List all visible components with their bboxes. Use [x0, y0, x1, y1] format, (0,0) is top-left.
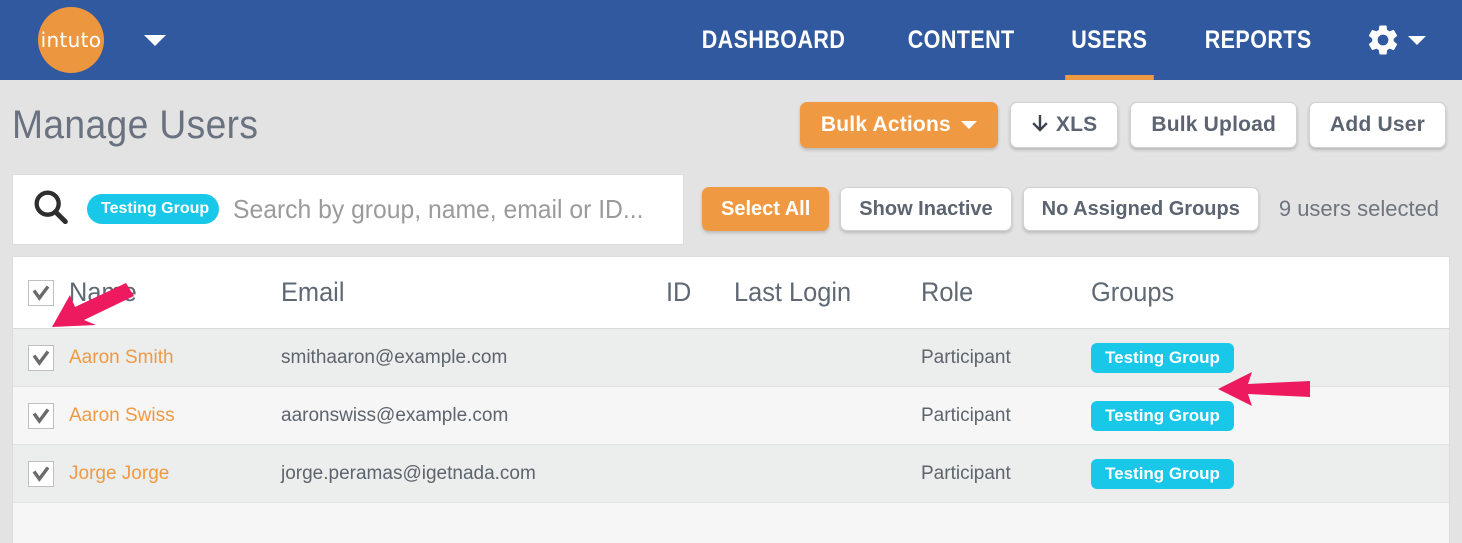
cell-name[interactable]: Jorge Jorge — [69, 463, 281, 485]
cell-role: Participant — [921, 346, 1011, 368]
column-header-name[interactable]: Name — [69, 277, 268, 308]
table-header-row: Name Email ID Last Login Role Groups — [13, 257, 1449, 329]
search-icon — [31, 187, 71, 232]
filter-buttons: Select All Show Inactive No Assigned Gro… — [702, 187, 1259, 231]
users-table: Name Email ID Last Login Role Groups Aar… — [12, 256, 1450, 543]
search-input[interactable]: Search by group, name, email or ID... — [233, 194, 643, 225]
checkmark-icon — [32, 284, 50, 301]
group-chip[interactable]: Testing Group — [1091, 342, 1234, 373]
select-all-label: Select All — [721, 197, 811, 220]
table-row[interactable]: Jorge Jorge jorge.peramas@igetnada.com P… — [13, 445, 1449, 503]
add-user-button[interactable]: Add User — [1309, 102, 1446, 148]
row-select-cell[interactable] — [13, 344, 69, 371]
settings-menu[interactable] — [1341, 0, 1444, 80]
selected-users-count: 9 users selected — [1278, 196, 1440, 221]
row-checkbox[interactable] — [28, 344, 54, 371]
add-user-label: Add User — [1330, 113, 1425, 136]
row-checkbox[interactable] — [28, 460, 54, 487]
group-chip[interactable]: Testing Group — [1091, 458, 1234, 489]
cell-email: aaronswiss@example.com — [281, 404, 509, 426]
column-header-groups[interactable]: Groups — [1091, 277, 1428, 308]
top-navigation-bar: intuto DASHBOARD CONTENT USERS REPORTS — [0, 0, 1462, 80]
settings-chevron-down-icon[interactable] — [1408, 35, 1426, 45]
nav-item-content[interactable]: CONTENT — [889, 0, 1032, 80]
cell-role: Participant — [921, 404, 1011, 426]
intuto-logo[interactable]: intuto — [38, 7, 104, 73]
page-title: Manage Users — [12, 102, 259, 147]
cell-groups: Testing Group — [1091, 458, 1449, 489]
row-select-cell[interactable] — [13, 402, 69, 429]
column-header-role[interactable]: Role — [921, 277, 1081, 308]
cell-name[interactable]: Aaron Swiss — [69, 405, 281, 427]
nav-item-dashboard[interactable]: DASHBOARD — [683, 0, 863, 80]
cell-groups: Testing Group — [1091, 342, 1449, 373]
checkmark-icon — [32, 407, 50, 424]
table-row[interactable]: Aaron Smith smithaaron@example.com Parti… — [13, 329, 1449, 387]
checkmark-icon — [32, 349, 50, 366]
nav-item-reports[interactable]: REPORTS — [1186, 0, 1329, 80]
group-chip[interactable]: Testing Group — [1091, 400, 1234, 431]
search-box[interactable]: Testing Group × Search by group, name, e… — [12, 173, 684, 245]
cell-name[interactable]: Aaron Smith — [69, 347, 281, 369]
column-header-id[interactable]: ID — [666, 277, 730, 308]
header-action-buttons: Bulk Actions XLS Bulk Upload Add User — [799, 102, 1450, 148]
show-inactive-button[interactable]: Show Inactive — [840, 187, 1012, 231]
bulk-actions-button[interactable]: Bulk Actions — [799, 102, 998, 148]
cell-role: Participant — [921, 462, 1011, 484]
download-arrow-icon — [1032, 115, 1048, 132]
search-and-filter-row: Testing Group × Search by group, name, e… — [0, 170, 1462, 406]
bulk-upload-label: Bulk Upload — [1151, 113, 1277, 136]
no-assigned-groups-label: No Assigned Groups — [1041, 197, 1240, 220]
bulk-actions-label: Bulk Actions — [820, 113, 951, 136]
gear-icon[interactable] — [1365, 22, 1401, 58]
main-nav: DASHBOARD CONTENT USERS REPORTS — [669, 0, 1462, 80]
nav-item-users[interactable]: USERS — [1053, 0, 1165, 80]
bulk-upload-button[interactable]: Bulk Upload — [1130, 102, 1298, 148]
column-header-last-login[interactable]: Last Login — [734, 277, 910, 308]
chip-label: Testing Group — [101, 200, 210, 217]
logo-text: intuto — [40, 28, 102, 52]
cell-email: jorge.peramas@igetnada.com — [281, 462, 536, 484]
column-header-email[interactable]: Email — [281, 277, 643, 308]
cell-email: smithaaron@example.com — [281, 346, 508, 368]
select-all-button[interactable]: Select All — [702, 187, 830, 231]
search-filter-chip-testing-group[interactable]: Testing Group × — [87, 194, 219, 224]
checkmark-icon — [32, 465, 50, 482]
export-xls-button[interactable]: XLS — [1009, 102, 1119, 148]
account-switcher-chevron-down-icon[interactable] — [144, 34, 166, 46]
table-row-partial[interactable] — [13, 503, 1449, 543]
header-checkbox[interactable] — [28, 279, 54, 306]
row-checkbox[interactable] — [28, 402, 54, 429]
select-all-header-cell[interactable] — [13, 279, 69, 306]
no-assigned-groups-button[interactable]: No Assigned Groups — [1022, 187, 1259, 231]
export-xls-label: XLS — [1055, 113, 1098, 136]
logo-container[interactable]: intuto — [38, 7, 104, 73]
page-header: Manage Users Bulk Actions XLS Bulk Uploa… — [0, 80, 1462, 170]
row-select-cell[interactable] — [13, 460, 69, 487]
table-row[interactable]: Aaron Swiss aaronswiss@example.com Parti… — [13, 387, 1449, 445]
show-inactive-label: Show Inactive — [859, 197, 993, 220]
chevron-down-icon — [960, 121, 977, 129]
cell-groups: Testing Group — [1091, 400, 1449, 431]
